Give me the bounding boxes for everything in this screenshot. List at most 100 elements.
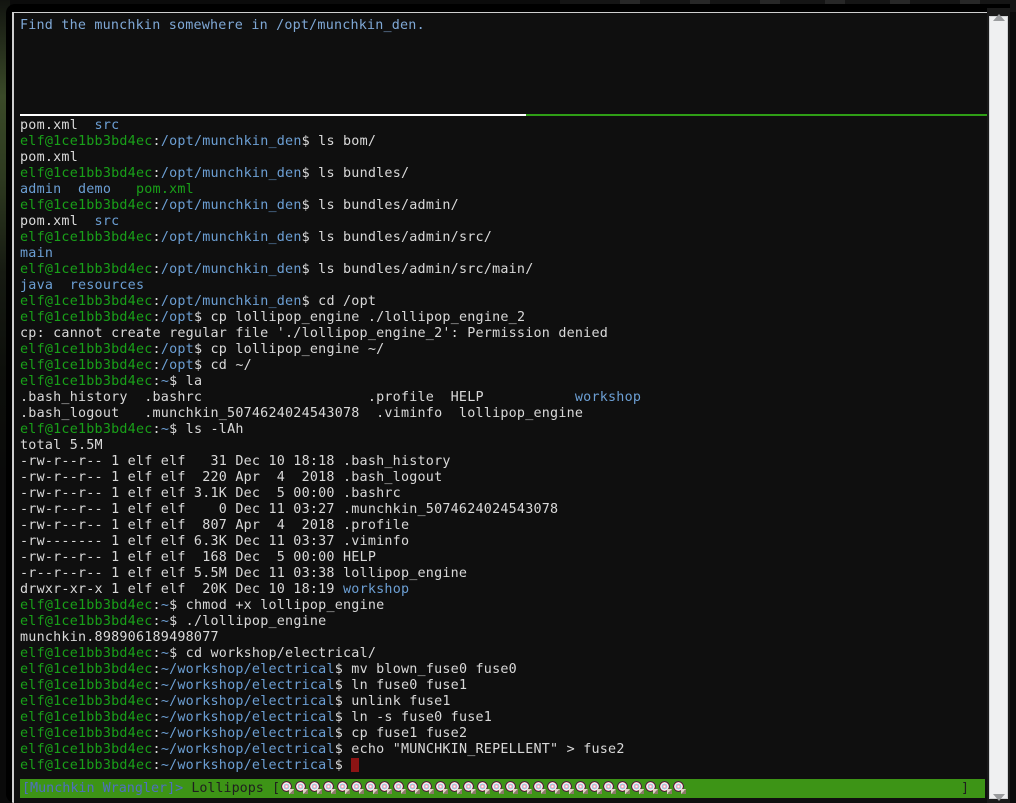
terminal-text: : [152,758,161,773]
terminal-text: workshop [574,390,642,405]
divider-white-segment [20,114,526,116]
terminal-line: elf@1ce1bb3bd4ec:~/workshop/electrical$ … [20,710,991,726]
terminal-text: pom.xml [20,118,95,133]
terminal-text: elf@1ce1bb3bd4ec [20,342,153,357]
terminal-text: /opt/munchkin_den [160,198,302,213]
terminal-text: $ ls bundles/admin/ [301,198,459,213]
terminal-text: : [152,678,161,693]
terminal-text: .bash_history .bashrc .profile HELP [20,390,575,405]
terminal-text: elf@1ce1bb3bd4ec [20,646,153,661]
terminal-text: .bash_logout .munchkin_5074624024543078 … [20,406,584,421]
lollipop-icon [364,781,378,795]
terminal-text: elf@1ce1bb3bd4ec [20,742,153,757]
terminal-text: -rw-r--r-- 1 elf elf 31 Dec 10 18:18 .ba… [20,454,451,469]
lollipop-icon [476,781,490,795]
divider-green-segment [526,114,991,116]
terminal-text: -rw-r--r-- 1 elf elf 220 Apr 4 2018 .bas… [20,470,443,485]
terminal-cursor [351,758,360,772]
terminal-line: .bash_history .bashrc .profile HELP work… [20,390,991,406]
terminal-text: pom.xml [135,182,194,197]
terminal-scrollbar[interactable] [987,8,1010,803]
pane-divider [14,114,991,116]
terminal-text: : [152,230,161,245]
objective-text: Find the munchkin somewhere in /opt/munc… [20,18,425,33]
terminal-text: ~/workshop/electrical [160,726,335,741]
terminal-text: cp: cannot create regular file './lollip… [20,326,609,341]
terminal-text: : [152,310,161,325]
terminal-line: -r--r--r-- 1 elf elf 5.5M Dec 11 03:38 l… [20,566,991,582]
terminal-line: pom.xml src [20,214,991,230]
terminal-text: /opt [160,310,194,325]
terminal-line: total 5.5M [20,438,991,454]
status-bar-close-bracket: ] [960,781,969,796]
terminal-text: -rw-r--r-- 1 elf elf 3.1K Dec 5 00:00 .b… [20,486,401,501]
terminal-text: $ chmod +x lollipop_engine [169,598,385,613]
terminal-line: elf@1ce1bb3bd4ec:~/workshop/electrical$ … [20,694,991,710]
terminal-text: elf@1ce1bb3bd4ec [20,662,153,677]
lollipop-icon [658,781,672,795]
terminal-text: : [152,358,161,373]
terminal-line: pom.xml [20,150,991,166]
terminal-text: : [152,262,161,277]
terminal-text: : [152,422,161,437]
terminal-text: /opt [160,358,194,373]
terminal-text: drwxr-xr-x 1 elf elf 20K Dec 10 18:19 [20,582,343,597]
terminal-line: -rw-r--r-- 1 elf elf 807 Apr 4 2018 .pro… [20,518,991,534]
terminal-text: $ cd ~/ [193,358,252,373]
lollipop-icon [504,781,518,795]
terminal-text: ~/workshop/electrical [160,742,335,757]
terminal-text: admin [20,182,62,197]
terminal-line: drwxr-xr-x 1 elf elf 20K Dec 10 18:19 wo… [20,582,991,598]
terminal-text: /opt/munchkin_den [160,262,302,277]
terminal-line: cp: cannot create regular file './lollip… [20,326,991,342]
terminal-content-area[interactable]: Find the munchkin somewhere in /opt/munc… [12,12,991,803]
terminal-line: main [20,246,991,262]
lollipop-icon [392,781,406,795]
terminal-text: $ mv blown_fuse0 fuse0 [334,662,517,677]
terminal-text: $ la [169,374,203,389]
scrollbar-thumb[interactable] [989,16,1008,799]
terminal-text: elf@1ce1bb3bd4ec [20,726,153,741]
terminal-text: elf@1ce1bb3bd4ec [20,262,153,277]
terminal-text: $ ls bom/ [301,134,377,149]
terminal-text: : [152,614,161,629]
terminal-text: /opt/munchkin_den [160,294,302,309]
terminal-line: -rw------- 1 elf elf 6.3K Dec 11 03:37 .… [20,534,991,550]
terminal-text: /opt/munchkin_den [160,230,302,245]
terminal-text: $ echo "MUNCHKIN_REPELLENT" > fuse2 [334,742,625,757]
terminal-scrollback[interactable]: pom.xml src elf@1ce1bb3bd4ec:/opt/munchki… [14,118,991,773]
terminal-text: $ ls bundles/admin/src/main/ [301,262,534,277]
terminal-line: elf@1ce1bb3bd4ec:/opt/munchkin_den$ ls b… [20,134,991,150]
terminal-text: pom.xml [20,214,95,229]
terminal-text: : [152,646,161,661]
lollipop-icon [532,781,546,795]
terminal-text: ~/workshop/electrical [160,694,335,709]
terminal-text: : [152,342,161,357]
terminal-text: $ cd workshop/electrical/ [169,646,377,661]
terminal-text: munchkin.898906189498077 [20,630,219,645]
terminal-window[interactable]: Find the munchkin somewhere in /opt/munc… [6,4,1010,803]
terminal-line: elf@1ce1bb3bd4ec:/opt/munchkin_den$ ls b… [20,166,991,182]
terminal-text: : [152,694,161,709]
terminal-text: : [152,742,161,757]
terminal-line: elf@1ce1bb3bd4ec:~$ ls -lAh [20,422,991,438]
terminal-text: src [94,118,120,133]
terminal-text: workshop [343,582,410,597]
terminal-text: -rw-r--r-- 1 elf elf 0 Dec 11 03:27 .mun… [20,502,559,517]
lollipop-icon [644,781,658,795]
terminal-text: : [152,166,161,181]
terminal-line: -rw-r--r-- 1 elf elf 168 Dec 5 00:00 HEL… [20,550,991,566]
terminal-text: elf@1ce1bb3bd4ec [20,374,153,389]
terminal-line: admin demo pom.xml [20,182,991,198]
terminal-text: ~ [160,374,170,389]
terminal-line: munchkin.898906189498077 [20,630,991,646]
scroll-up-icon[interactable] [992,14,1005,21]
terminal-text: elf@1ce1bb3bd4ec [20,230,153,245]
lollipop-icon [420,781,434,795]
terminal-line: pom.xml src [20,118,991,134]
terminal-line: elf@1ce1bb3bd4ec:/opt$ cd ~/ [20,358,991,374]
lollipop-icon [588,781,602,795]
terminal-bottom-padding [14,799,991,803]
terminal-text: $ cp lollipop_engine ./lollipop_engine_2 [193,310,526,325]
scroll-down-icon[interactable] [992,794,1005,801]
